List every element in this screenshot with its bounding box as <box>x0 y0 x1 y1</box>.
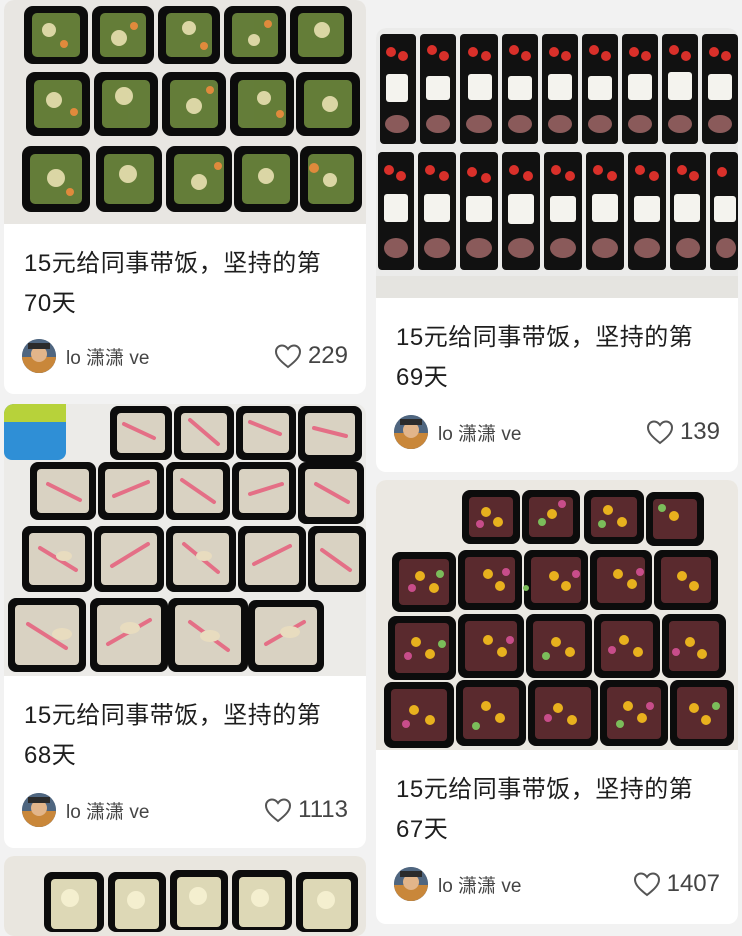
card-title[interactable]: 15元给同事带饭，坚持的第68天 <box>24 696 348 776</box>
feed-card-day-70[interactable]: 15元给同事带饭，坚持的第70天 lo 潇潇 ve 229 <box>4 0 366 394</box>
feed-card-day-69[interactable]: 15元给同事带饭，坚持的第69天 lo 潇潇 ve 139 <box>376 28 738 472</box>
like-count: 1113 <box>298 796 348 823</box>
card-title[interactable]: 15元给同事带饭，坚持的第70天 <box>24 244 348 324</box>
like-count: 139 <box>679 418 720 445</box>
feed-card-partial[interactable] <box>4 856 366 936</box>
like-button[interactable]: 1407 <box>633 870 720 898</box>
card-title[interactable]: 15元给同事带饭，坚持的第69天 <box>396 318 720 398</box>
like-count: 1407 <box>666 870 720 897</box>
card-title[interactable]: 15元给同事带饭，坚持的第67天 <box>396 770 720 850</box>
like-count: 229 <box>307 342 348 369</box>
food-photo <box>4 404 366 676</box>
author-name[interactable]: lo 潇潇 ve <box>438 419 521 446</box>
author-avatar[interactable] <box>22 793 56 827</box>
food-photo <box>4 856 366 936</box>
like-button[interactable]: 229 <box>274 342 348 370</box>
author-avatar[interactable] <box>22 339 56 373</box>
food-photo <box>376 28 738 298</box>
heart-outline-icon <box>646 420 673 445</box>
author-name[interactable]: lo 潇潇 ve <box>438 871 521 898</box>
author-name[interactable]: lo 潇潇 ve <box>66 797 149 824</box>
heart-outline-icon <box>633 872 660 897</box>
food-photo <box>4 0 366 224</box>
author-avatar[interactable] <box>394 415 428 449</box>
author-name[interactable]: lo 潇潇 ve <box>66 343 149 370</box>
like-button[interactable]: 139 <box>646 418 720 446</box>
feed-card-day-68[interactable]: 15元给同事带饭，坚持的第68天 lo 潇潇 ve 1113 <box>4 404 366 848</box>
heart-outline-icon <box>274 344 301 369</box>
heart-outline-icon <box>265 798 292 823</box>
like-button[interactable]: 1113 <box>264 796 348 824</box>
feed-card-day-67[interactable]: 15元给同事带饭，坚持的第67天 lo 潇潇 ve 1407 <box>376 480 738 924</box>
food-photo <box>376 480 738 750</box>
author-avatar[interactable] <box>394 867 428 901</box>
